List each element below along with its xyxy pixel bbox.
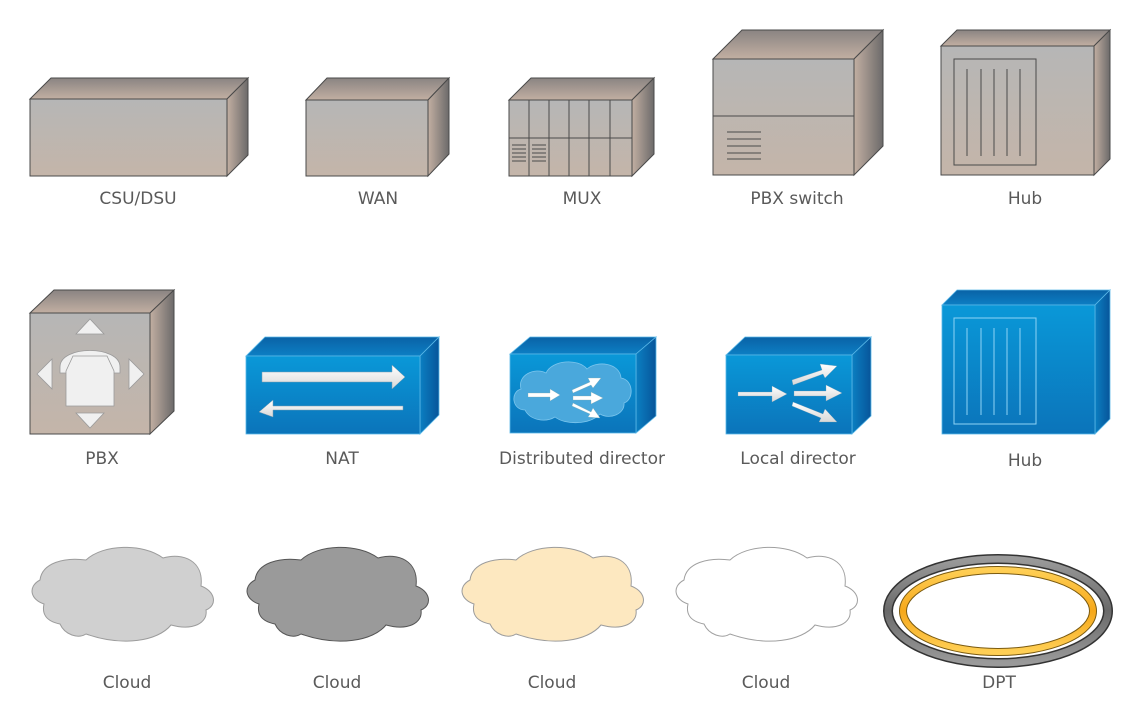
- cloud-dark-icon[interactable]: [246, 546, 429, 642]
- cloud-cream-label: Cloud: [527, 673, 577, 693]
- cloud-light-label: Cloud: [102, 673, 152, 693]
- cloud-cream-icon[interactable]: [461, 546, 644, 642]
- cloud-dark-label: Cloud: [312, 673, 362, 693]
- cloud-light-icon[interactable]: [31, 546, 214, 642]
- dpt-ring-icon[interactable]: [883, 554, 1113, 668]
- dpt-label: DPT: [982, 673, 1016, 693]
- cloud-white-icon[interactable]: [675, 546, 858, 642]
- cloud-white-label: Cloud: [741, 673, 791, 693]
- clouds-layer: [31, 546, 1113, 668]
